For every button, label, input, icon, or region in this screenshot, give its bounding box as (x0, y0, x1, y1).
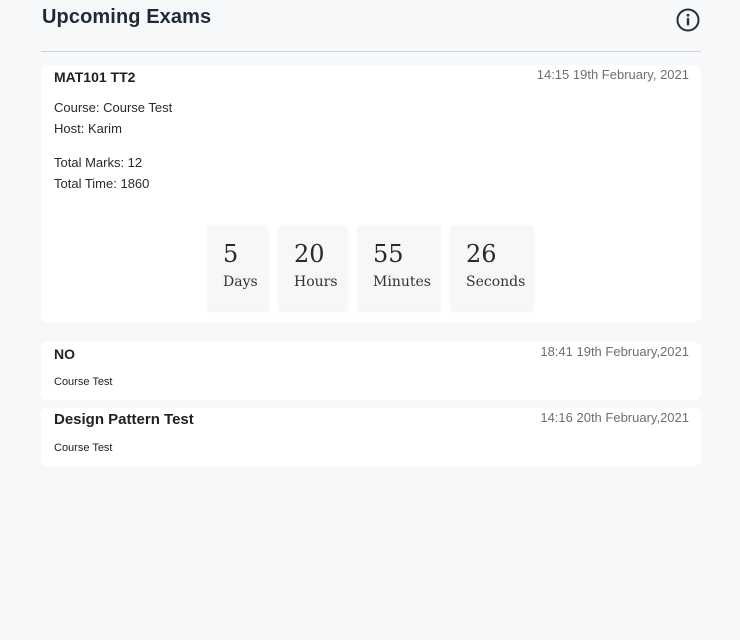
countdown-seconds-label: Seconds (466, 274, 526, 290)
exam-total-marks: Total Marks: 12 (54, 155, 143, 170)
countdown-minutes-value: 55 (373, 240, 404, 268)
exam-card[interactable]: NO 18:41 19th February,2021 Course Test (41, 342, 701, 400)
exam-card[interactable]: MAT101 TT2 14:15 19th February, 2021 Cou… (41, 65, 701, 322)
exam-host: Host: Karim (54, 121, 122, 136)
exam-course: Course Test (54, 442, 113, 454)
countdown-minutes: 55 Minutes (358, 226, 440, 310)
exam-datetime: 18:41 19th February,2021 (540, 344, 689, 359)
page-header: Upcoming Exams (41, 0, 701, 52)
countdown-timer: 5 Days 20 Hours 55 Minutes 26 Seconds (41, 226, 701, 310)
page-title: Upcoming Exams (42, 6, 212, 28)
exam-course: Course Test (54, 376, 113, 388)
countdown-seconds-value: 26 (466, 240, 497, 268)
exam-datetime: 14:16 20th February,2021 (540, 410, 689, 425)
countdown-days-value: 5 (223, 240, 239, 268)
countdown-minutes-label: Minutes (373, 274, 431, 290)
exam-total-time: Total Time: 1860 (54, 176, 150, 191)
exam-title: MAT101 TT2 (54, 69, 136, 85)
countdown-seconds: 26 Seconds (451, 226, 533, 310)
countdown-days-label: Days (223, 274, 258, 290)
info-circle-icon (676, 8, 700, 32)
exam-title: Design Pattern Test (54, 411, 194, 428)
countdown-hours: 20 Hours (279, 226, 347, 310)
exam-title: NO (54, 346, 75, 362)
countdown-hours-label: Hours (294, 274, 338, 290)
exam-course: Course: Course Test (54, 100, 173, 115)
exam-datetime: 14:15 19th February, 2021 (536, 67, 689, 82)
info-button[interactable] (676, 8, 700, 32)
countdown-days: 5 Days (208, 226, 268, 310)
exam-card[interactable]: Design Pattern Test 14:16 20th February,… (41, 408, 701, 466)
countdown-hours-value: 20 (294, 240, 325, 268)
